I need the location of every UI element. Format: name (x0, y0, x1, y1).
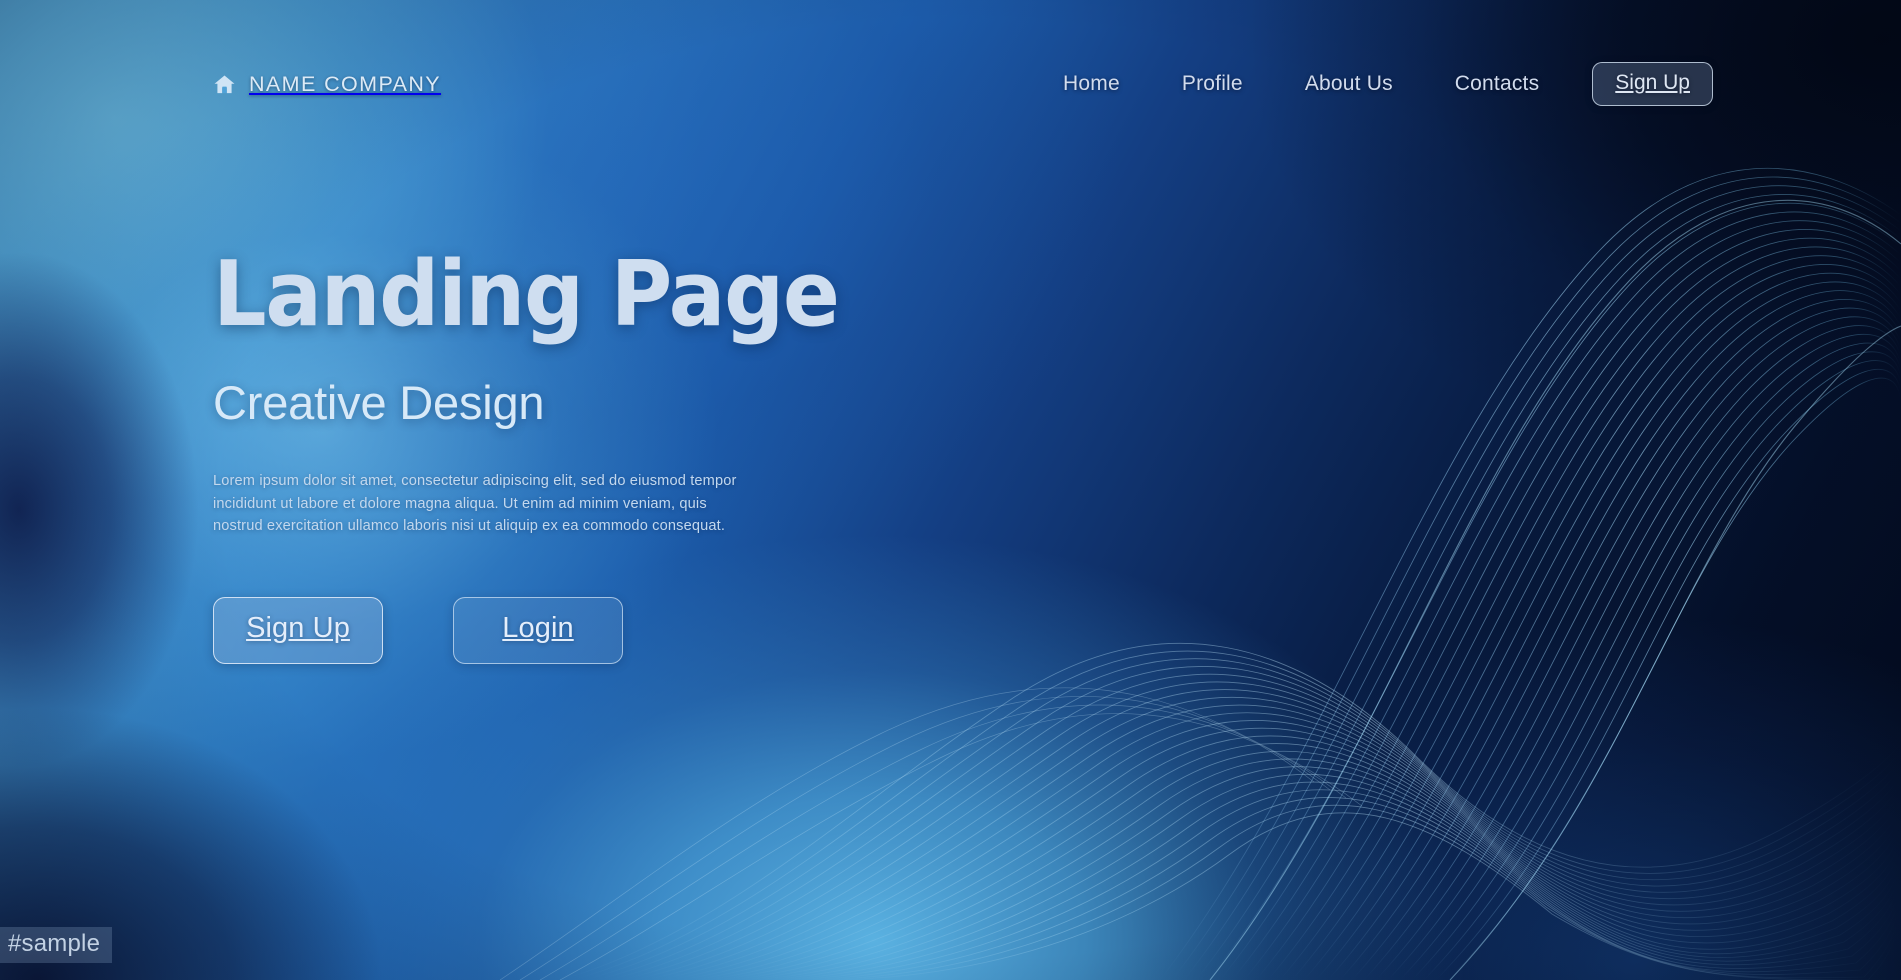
hero-body-line: Lorem ipsum dolor sit amet, consectetur … (213, 473, 737, 490)
home-icon (214, 74, 235, 93)
nav-link-contacts[interactable]: Contacts (1424, 72, 1570, 96)
main-navigation: Home Profile About Us Contacts Sign Up (1032, 62, 1713, 106)
sample-watermark: #sample (0, 927, 113, 963)
brand-logo[interactable]: NAME COMPANY (213, 72, 441, 97)
hero-body-line: incididunt ut labore et dolore magna ali… (213, 495, 707, 512)
nav-link-about-us[interactable]: About Us (1274, 72, 1424, 96)
hero-subtitle: Creative Design (213, 376, 545, 429)
landing-page-canvas: NAME COMPANY Home Profile About Us Conta… (0, 0, 1901, 980)
hero-section: Landing Page Creative Design Lorem ipsum… (213, 250, 913, 664)
hero-body-line: nostrud exercitation ullamco laboris nis… (213, 517, 726, 534)
hero-login-button[interactable]: Login (453, 596, 623, 664)
hero-body-text: Lorem ipsum dolor sit amet, consectetur … (213, 470, 833, 537)
brand-name: NAME COMPANY (249, 71, 442, 96)
nav-signup-button[interactable]: Sign Up (1592, 62, 1713, 106)
site-header: NAME COMPANY Home Profile About Us Conta… (0, 0, 1901, 168)
hero-cta-row: Sign Up Login (213, 596, 913, 664)
hero-title: Landing Page (213, 242, 840, 347)
hero-signup-button[interactable]: Sign Up (213, 596, 383, 664)
nav-link-home[interactable]: Home (1032, 72, 1151, 96)
nav-link-profile[interactable]: Profile (1151, 72, 1274, 96)
